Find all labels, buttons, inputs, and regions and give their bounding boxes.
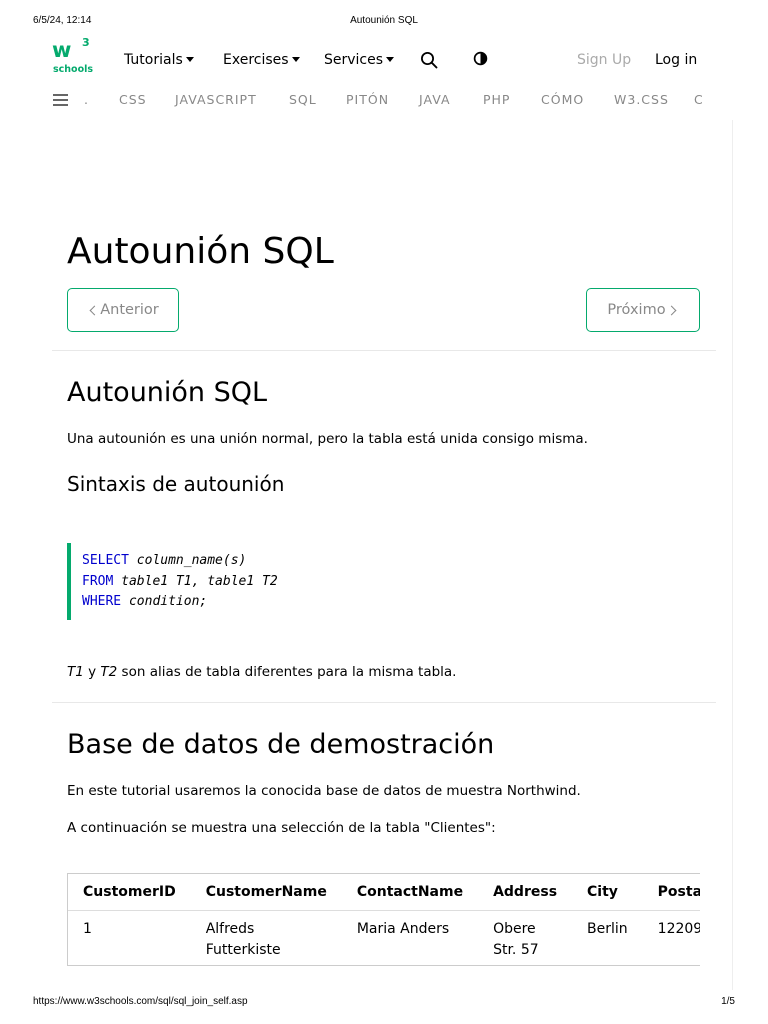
table-cell: Berlin [587,920,628,937]
subnav-item-javascript[interactable]: JAVASCRIPT [175,91,257,109]
subnav-item[interactable]: . [84,91,89,109]
nav-services[interactable]: Services [324,51,395,69]
print-url: https://www.w3schools.com/sql/sql_join_s… [33,996,248,1007]
subnav-item-sql[interactable]: SQL [289,91,317,109]
subnav-item-css[interactable]: CSS [119,91,147,109]
table-cell: 1 [83,920,92,937]
demo-text-1: En este tutorial usaremos la conocida ba… [67,783,581,799]
alias-text: T1 y T2 son alias de tabla diferentes pa… [67,662,456,682]
nav-tutorials[interactable]: Tutorials [124,51,194,69]
table-row: 1 Alfreds Futterkiste Maria Anders Obere… [68,910,700,965]
table-header: CustomerID [68,874,191,911]
code-keyword: FROM [82,573,114,589]
subnav-item-python[interactable]: PITÓN [346,91,389,109]
print-page-number: 1/5 [721,996,735,1007]
subnav-item-w3css[interactable]: W3.CSS [614,91,669,109]
menu-icon[interactable] [53,94,68,106]
print-title: Autounión SQL [350,15,418,26]
print-footer: https://www.w3schools.com/sql/sql_join_s… [0,996,768,1010]
table-header: ContactName [341,874,479,911]
previous-button[interactable]: Anterior [67,288,179,332]
alias-and: y [83,664,101,680]
next-button[interactable]: Próximo [586,288,700,332]
demo-text-2: A continuación se muestra una selección … [67,820,496,836]
alias-t1: T1 [67,664,84,680]
code-line: SELECT column_name(s) [82,551,700,572]
nav-tutorials-label: Tutorials [124,52,183,68]
logo-sup: 3 [82,36,90,49]
code-text: condition; [121,594,208,609]
w3schools-logo[interactable]: w 3 schools [52,36,94,78]
customers-table-container: CustomerID CustomerName ContactName Addr… [67,873,700,966]
subject-nav: . CSS JAVASCRIPT SQL PITÓN JAVA PHP CÓMO… [0,90,702,110]
login-link[interactable]: Log in [655,51,697,69]
code-text: table1 T1, table1 T2 [113,573,278,589]
code-text: column_name(s) [128,553,247,568]
nav-services-label: Services [324,52,384,68]
subnav-item-c[interactable]: C [694,91,702,109]
subnav-item-howto[interactable]: CÓMO [541,91,584,109]
code-keyword: WHERE [82,594,122,609]
section-title-demo-db: Base de datos de demostración [67,729,495,760]
previous-button-label: Anterior [100,302,159,318]
subnav-item-java[interactable]: JAVA [419,91,451,109]
logo-mark: w [52,38,71,62]
table-header: CustomerName [190,874,342,911]
customers-table: CustomerID CustomerName ContactName Addr… [68,874,700,965]
code-line: FROM table1 T1, table1 T2 [82,572,700,593]
table-header: PostalCode [642,874,700,911]
print-header: 6/5/24, 12:14 Autounión SQL [0,15,768,29]
signup-link[interactable]: Sign Up [577,51,631,69]
table-header: City [572,874,643,911]
alias-rest: son alias de tabla diferentes para la mi… [117,664,457,680]
table-header-row: CustomerID CustomerName ContactName Addr… [68,874,700,911]
code-keyword: SELECT [82,553,129,568]
caret-down-icon [291,56,300,62]
table-cell: Maria Anders [356,920,450,937]
divider [52,350,716,351]
caret-down-icon [386,56,395,62]
subnav-item-php[interactable]: PHP [483,91,510,109]
search-icon[interactable] [420,51,438,69]
table-header: Address [478,874,573,911]
content-border [732,120,733,990]
alias-t2: T2 [100,664,118,680]
section-title-self-join: Autounión SQL [67,377,268,408]
contrast-toggle-icon[interactable] [473,51,488,66]
page-title: Autounión SQL [67,231,334,272]
syntax-code-block: SELECT column_name(s) FROM table1 T1, ta… [67,543,700,620]
table-cell: 12209 [657,920,700,937]
chevron-right-icon [666,305,677,315]
chevron-left-icon [89,305,100,315]
caret-down-icon [185,56,194,62]
code-line: WHERE condition; [82,592,700,613]
intro-text: Una autounión es una unión normal, pero … [67,431,588,447]
logo-wordmark: schools [53,64,94,75]
syntax-title: Sintaxis de autounión [67,472,285,496]
nav-exercises[interactable]: Exercises [223,51,300,69]
table-cell: Obere Str. 57 [493,920,539,958]
nav-exercises-label: Exercises [223,52,289,68]
divider [52,702,716,703]
next-button-label: Próximo [607,302,666,318]
table-cell: Alfreds Futterkiste [205,920,281,958]
